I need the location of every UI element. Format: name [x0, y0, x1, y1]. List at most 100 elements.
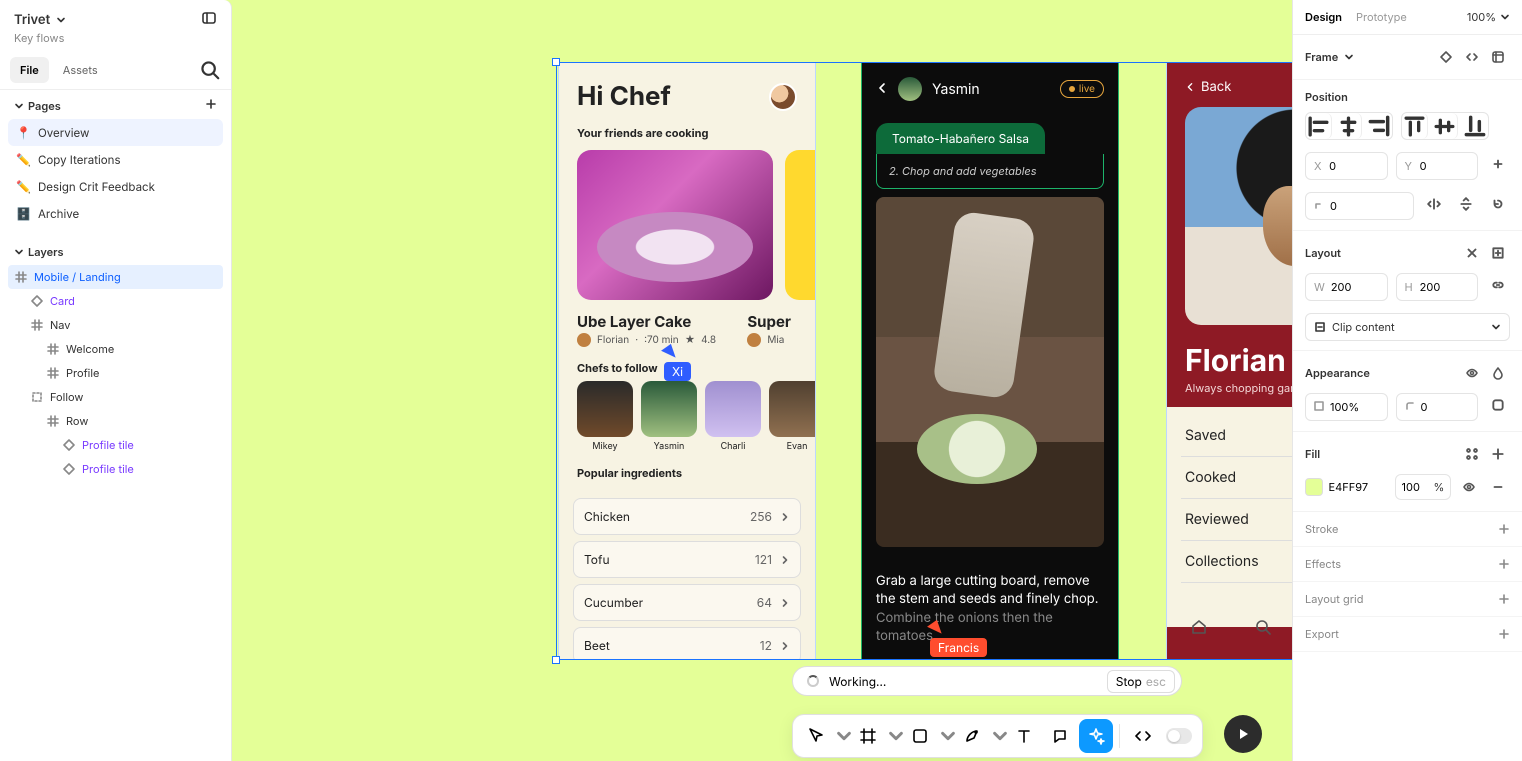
- autolayout-icon[interactable]: [1434, 45, 1458, 69]
- fill-alpha[interactable]: [1402, 480, 1430, 494]
- chevron-down-icon: [14, 101, 24, 111]
- section-fill: Fill: [1305, 447, 1320, 461]
- section-export[interactable]: Export: [1293, 617, 1522, 652]
- plus-icon: [1498, 523, 1510, 535]
- layers-header[interactable]: Layers: [0, 237, 231, 263]
- fill-add[interactable]: [1486, 442, 1510, 466]
- panel-toggle-icon[interactable]: [201, 10, 217, 29]
- blend-icon[interactable]: [1486, 361, 1510, 385]
- tool-text[interactable]: [1007, 719, 1041, 753]
- canvas[interactable]: Hi Chef Your friends are cooking Ube Lay…: [232, 0, 1292, 761]
- add-page-button[interactable]: [205, 98, 217, 113]
- page-item[interactable]: ✏️Design Crit Feedback: [8, 173, 223, 200]
- ai-status-pill: Working… Stop esc: [792, 666, 1182, 696]
- code-icon[interactable]: [1460, 45, 1484, 69]
- input-radius[interactable]: [1396, 393, 1479, 421]
- layer-row[interactable]: Row: [8, 409, 223, 433]
- tool-frame[interactable]: [851, 719, 885, 753]
- tool-move[interactable]: [799, 719, 833, 753]
- project-subtitle: Key flows: [14, 31, 217, 45]
- layer-type-icon: [46, 342, 60, 356]
- rotate-90[interactable]: [1486, 192, 1510, 216]
- tool-comment[interactable]: [1043, 719, 1077, 753]
- page-item[interactable]: ✏️Copy Iterations: [8, 146, 223, 173]
- present-button[interactable]: [1224, 715, 1262, 753]
- tool-pen[interactable]: [955, 719, 989, 753]
- flip-v[interactable]: [1454, 192, 1478, 216]
- tab-file[interactable]: File: [10, 57, 49, 83]
- plus-icon: [1498, 593, 1510, 605]
- resize-handle[interactable]: [552, 58, 560, 66]
- autolayout-collapse[interactable]: [1460, 241, 1484, 265]
- radius-independent[interactable]: [1486, 393, 1510, 417]
- input-w[interactable]: W: [1305, 273, 1388, 301]
- tab-assets[interactable]: Assets: [53, 57, 108, 83]
- align-v-group: [1401, 112, 1489, 140]
- layer-row[interactable]: Follow: [8, 385, 223, 409]
- align-bottom[interactable]: [1462, 113, 1488, 139]
- tab-design[interactable]: Design: [1305, 10, 1342, 24]
- clip-content-select[interactable]: Clip content: [1305, 313, 1510, 341]
- tool-frame-more[interactable]: [887, 719, 901, 753]
- zoom-control[interactable]: 100%: [1467, 10, 1510, 24]
- page-item[interactable]: 📍Overview: [8, 119, 223, 146]
- layer-type-icon: [46, 414, 60, 428]
- tool-shape[interactable]: [903, 719, 937, 753]
- fill-remove[interactable]: [1487, 475, 1510, 499]
- position-more[interactable]: [1486, 152, 1510, 176]
- page-item[interactable]: 🗄️Archive: [8, 200, 223, 227]
- devmode-toggle[interactable]: [1166, 728, 1192, 744]
- project-name: Trivet: [14, 12, 50, 28]
- layer-row[interactable]: Profile: [8, 361, 223, 385]
- input-rotation[interactable]: [1305, 192, 1414, 220]
- align-left[interactable]: [1306, 113, 1332, 139]
- plus-icon: [205, 98, 217, 110]
- ai-stop-button[interactable]: Stop esc: [1107, 670, 1175, 693]
- fill-hex[interactable]: [1329, 480, 1389, 494]
- layer-type-icon: [30, 294, 44, 308]
- frame-type-select[interactable]: Frame: [1305, 50, 1354, 64]
- input-h[interactable]: H: [1396, 273, 1479, 301]
- pages-header[interactable]: Pages: [0, 90, 231, 117]
- bottom-toolbar: [792, 714, 1203, 758]
- component-icon[interactable]: [1486, 45, 1510, 69]
- project-title[interactable]: Trivet: [14, 12, 66, 28]
- layer-row[interactable]: Card: [8, 289, 223, 313]
- tool-devmode[interactable]: [1126, 719, 1160, 753]
- tool-shape-more[interactable]: [939, 719, 953, 753]
- project-header: Trivet Key flows: [0, 0, 231, 51]
- section-stroke[interactable]: Stroke: [1293, 512, 1522, 547]
- fill-visible[interactable]: [1457, 475, 1480, 499]
- link-wh[interactable]: [1486, 273, 1510, 297]
- section-effects[interactable]: Effects: [1293, 547, 1522, 582]
- search-button[interactable]: [199, 59, 221, 81]
- tool-pen-more[interactable]: [991, 719, 1005, 753]
- layer-type-icon: [14, 270, 28, 284]
- tool-ai[interactable]: [1079, 719, 1113, 753]
- resize-handle[interactable]: [552, 656, 560, 664]
- pages-list: 📍Overview✏️Copy Iterations✏️Design Crit …: [0, 117, 231, 237]
- autolayout-add[interactable]: [1486, 241, 1510, 265]
- fill-styles[interactable]: [1460, 442, 1484, 466]
- align-top[interactable]: [1402, 113, 1428, 139]
- visibility-icon[interactable]: [1460, 361, 1484, 385]
- layer-row[interactable]: Welcome: [8, 337, 223, 361]
- input-x[interactable]: X: [1305, 152, 1388, 180]
- align-right[interactable]: [1366, 113, 1392, 139]
- align-hcenter[interactable]: [1336, 113, 1362, 139]
- fill-swatch[interactable]: [1305, 478, 1323, 496]
- align-h-group: [1305, 112, 1393, 140]
- plus-icon: [1498, 628, 1510, 640]
- section-layout-grid[interactable]: Layout grid: [1293, 582, 1522, 617]
- input-y[interactable]: Y: [1396, 152, 1479, 180]
- tab-prototype[interactable]: Prototype: [1356, 10, 1407, 24]
- fill-unit: %: [1434, 480, 1445, 494]
- tool-move-more[interactable]: [835, 719, 849, 753]
- layer-row[interactable]: Nav: [8, 313, 223, 337]
- align-vcenter[interactable]: [1432, 113, 1458, 139]
- input-opacity[interactable]: [1305, 393, 1388, 421]
- layer-row[interactable]: Profile tile: [8, 457, 223, 481]
- layer-row[interactable]: Profile tile: [8, 433, 223, 457]
- flip-h[interactable]: [1422, 192, 1446, 216]
- layer-row[interactable]: Mobile / Landing: [8, 265, 223, 289]
